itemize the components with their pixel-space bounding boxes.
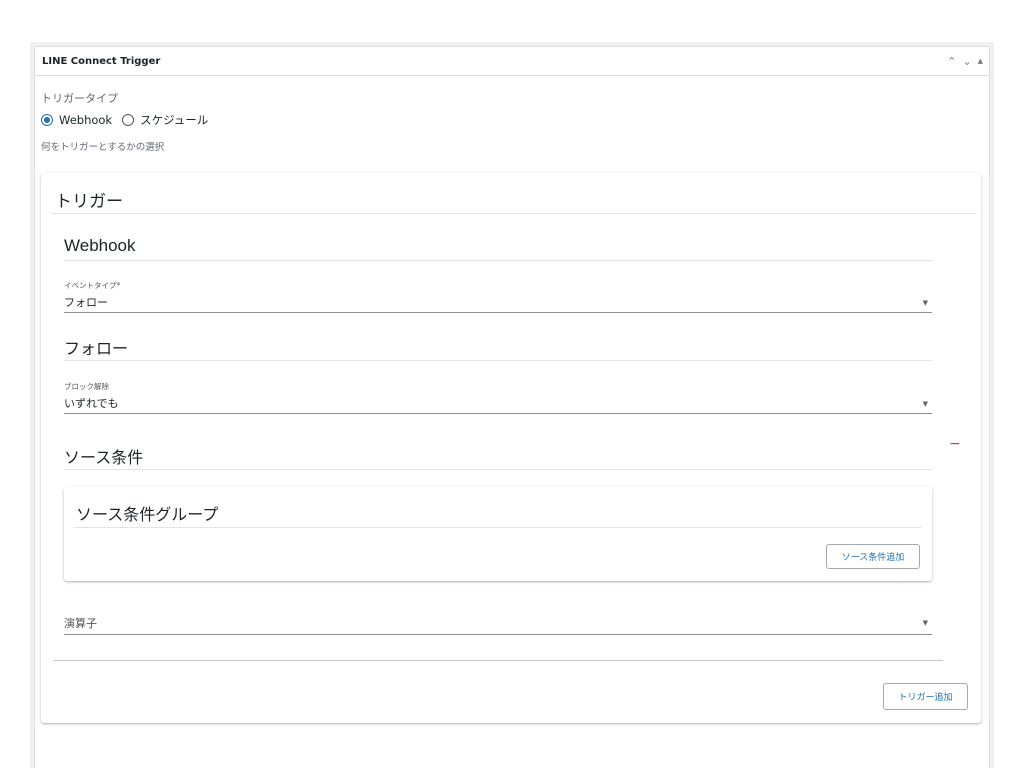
chevron-down-icon: ▼ <box>922 400 928 408</box>
unblock-label: ブロック解除 <box>64 382 109 391</box>
event-type-value: フォロー <box>64 296 108 309</box>
trigger-type-radio-group: Webhook スケジュール <box>41 112 218 128</box>
operator-placeholder: 演算子 <box>64 617 97 630</box>
add-trigger-button[interactable]: トリガー追加 <box>883 683 968 710</box>
chevron-down-icon: ▼ <box>922 299 928 307</box>
chevron-down-icon: ▼ <box>922 619 928 627</box>
trigger-type-label: トリガータイプ <box>41 92 118 105</box>
source-condition-divider <box>64 469 932 470</box>
event-type-underline <box>64 312 932 313</box>
move-down-icon[interactable]: ⌄ <box>962 56 971 67</box>
trigger-type-help: 何をトリガーとするかの選択 <box>41 142 165 153</box>
trigger-heading-divider <box>51 213 977 214</box>
trigger-card: トリガー Webhook イベントタイプ* フォロー ▼ フォロー ブロック解除… <box>41 173 981 723</box>
source-condition-group-heading: ソース条件グループ <box>76 505 219 524</box>
toggle-panel-icon[interactable]: ▲ <box>978 57 983 65</box>
radio-schedule-control[interactable] <box>122 114 135 126</box>
follow-heading: フォロー <box>64 339 129 358</box>
source-condition-group-card: ソース条件グループ ソース条件追加 <box>64 487 932 581</box>
radio-webhook-control[interactable] <box>41 114 53 126</box>
radio-schedule[interactable]: スケジュール <box>122 112 208 128</box>
radio-webhook-label: Webhook <box>59 113 113 127</box>
event-type-select[interactable]: イベントタイプ* フォロー ▼ <box>64 280 932 313</box>
webhook-heading-divider <box>64 260 932 261</box>
metabox-controls: ⌃ ⌄ ▲ <box>947 56 983 67</box>
move-up-icon[interactable]: ⌃ <box>947 56 956 67</box>
metabox-header: LINE Connect Trigger ⌃ ⌄ ▲ <box>35 47 989 76</box>
source-condition-bottom-edge <box>53 660 943 661</box>
trigger-type-field: トリガータイプ Webhook スケジュール 何をトリガーとするかの選択 <box>41 90 218 153</box>
radio-schedule-label: スケジュール <box>140 113 209 127</box>
follow-heading-divider <box>64 360 932 361</box>
unblock-underline <box>64 413 932 414</box>
metabox-title: LINE Connect Trigger <box>42 55 161 67</box>
event-type-label: イベントタイプ* <box>64 281 121 290</box>
metabox-panel: LINE Connect Trigger ⌃ ⌄ ▲ トリガータイプ Webho… <box>34 46 990 768</box>
unblock-value: いずれでも <box>64 397 119 410</box>
remove-source-condition-button[interactable]: − <box>949 437 961 451</box>
metabox: LINE Connect Trigger ⌃ ⌄ ▲ トリガータイプ Webho… <box>30 42 994 768</box>
add-source-condition-button[interactable]: ソース条件追加 <box>826 544 920 569</box>
unblock-select[interactable]: ブロック解除 いずれでも ▼ <box>64 381 932 414</box>
source-condition-heading: ソース条件 <box>64 448 144 467</box>
source-condition-group-divider <box>74 527 922 528</box>
webhook-heading: Webhook <box>64 236 136 255</box>
operator-underline <box>64 634 932 635</box>
radio-webhook[interactable]: Webhook <box>41 113 112 127</box>
trigger-heading: トリガー <box>55 192 123 212</box>
operator-select[interactable]: 演算子 ▼ <box>64 615 932 635</box>
